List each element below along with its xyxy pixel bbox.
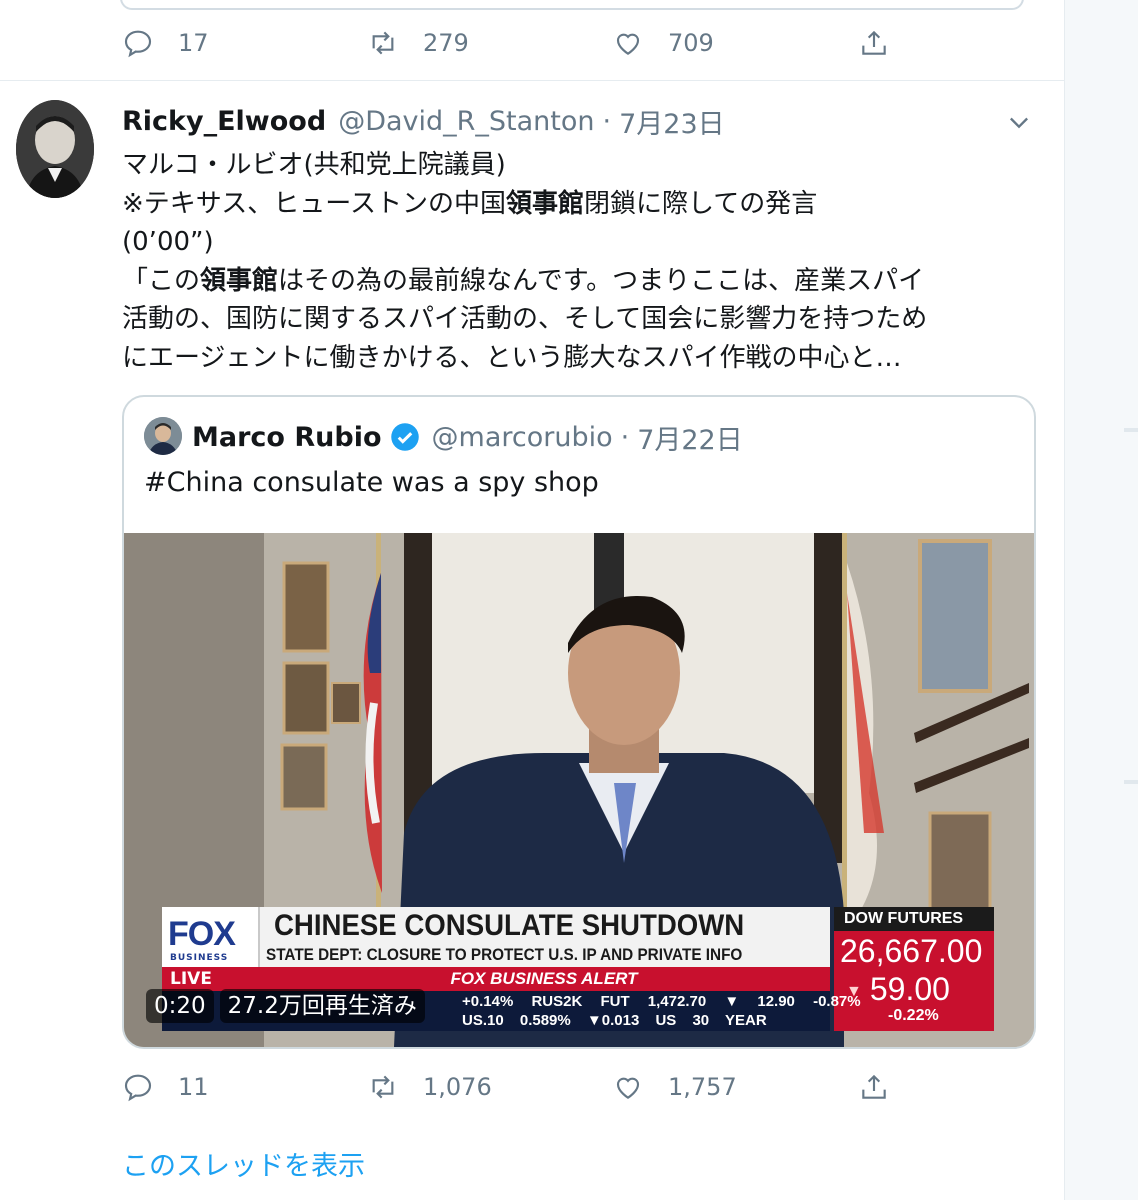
tweet-header: Ricky_Elwood @David_R_Stanton · 7月23日 — [122, 100, 725, 142]
tweet-line: 活動の、国防に関するスパイ活動の、そして国会に影響力を持つため — [122, 304, 928, 334]
reply-button[interactable]: 11 — [122, 1062, 209, 1112]
user-handle[interactable]: @David_R_Stanton — [338, 106, 594, 137]
sidebar-divider — [1124, 780, 1138, 784]
live-badge: LIVE — [162, 967, 258, 991]
verified-badge-icon — [390, 423, 419, 451]
chevron-down-icon[interactable] — [1004, 108, 1034, 136]
video-views: 27.2万回再生済み — [219, 989, 425, 1023]
separator-dot: · — [620, 421, 630, 453]
video-time: 0:20 — [146, 989, 214, 1023]
video-overlay: 0:20 27.2万回再生済み — [146, 989, 425, 1023]
dow-value: 26,667.00 — [840, 933, 983, 969]
retweet-icon — [372, 1075, 394, 1099]
chyron-headline: CHINESE CONSULATE SHUTDOWN — [274, 909, 745, 942]
reply-icon — [124, 1074, 152, 1102]
tweet-actions: 11 1,076 1,757 — [122, 1062, 902, 1112]
show-thread-link[interactable]: このスレッドを表示 — [122, 1144, 365, 1183]
reply-icon — [124, 30, 152, 58]
alert-bar: FOX BUSINESS ALERT — [258, 967, 830, 991]
tweet-line: ※テキサス、ヒューストンの中国領事館閉鎖に際しての発言 — [122, 188, 818, 219]
reply-count: 11 — [178, 1073, 209, 1101]
tweet-line: マルコ・ルビオ(共和党上院議員) — [122, 150, 506, 180]
retweet-count: 1,076 — [423, 1073, 492, 1101]
avatar[interactable] — [16, 100, 94, 198]
like-button[interactable]: 1,757 — [612, 1062, 737, 1112]
share-button[interactable] — [858, 1062, 890, 1112]
reply-button[interactable]: 17 — [122, 18, 209, 68]
quote-text: #China consulate was a spy shop — [144, 467, 599, 498]
heart-icon — [616, 1077, 640, 1099]
heart-icon — [616, 33, 640, 55]
retweet-button[interactable]: 279 — [367, 18, 469, 68]
like-count: 1,757 — [668, 1073, 737, 1101]
tweet-text: マルコ・ルビオ(共和党上院議員) ※テキサス、ヒューストンの中国領事館閉鎖に際し… — [122, 146, 1042, 377]
share-button[interactable] — [858, 18, 890, 68]
previous-card-edge — [120, 0, 1024, 10]
video-player[interactable]: FOX BUSINESS LIVE CHINESE CONSULATE SHUT… — [124, 533, 1034, 1047]
avatar-image — [16, 100, 94, 198]
quote-header: Marco Rubio @marcorubio · 7月22日 — [192, 417, 743, 457]
tweet-line: (0’00”) — [122, 227, 214, 257]
like-button[interactable]: 709 — [612, 18, 714, 68]
chyron-subhead: STATE DEPT: CLOSURE TO PROTECT U.S. IP A… — [266, 945, 743, 964]
previous-tweet-actions: 17 279 709 — [122, 18, 902, 68]
quote-handle[interactable]: @marcorubio — [432, 422, 613, 453]
quote-display-name[interactable]: Marco Rubio — [192, 422, 382, 453]
retweet-button[interactable]: 1,076 — [367, 1062, 492, 1112]
tweet-line: 「この領事館はその為の最前線なんです。つまりここは、産業スパイ — [122, 265, 925, 296]
share-icon — [862, 30, 886, 55]
separator-dot: · — [602, 105, 612, 137]
right-sidebar-edge — [1064, 0, 1138, 1200]
reply-count: 17 — [178, 29, 209, 57]
quote-avatar-image — [144, 417, 182, 455]
quote-date[interactable]: 7月22日 — [637, 418, 743, 457]
retweet-count: 279 — [423, 29, 469, 57]
like-count: 709 — [668, 29, 714, 57]
dow-change: ▼ 59.00 — [846, 971, 950, 1007]
quoted-tweet-card[interactable]: Marco Rubio @marcorubio · 7月22日 #China c… — [122, 395, 1036, 1049]
dow-percent: -0.22% — [888, 1007, 939, 1024]
sidebar-divider — [1124, 428, 1138, 432]
news-chyron: FOX BUSINESS LIVE CHINESE CONSULATE SHUT… — [162, 907, 830, 991]
display-name[interactable]: Ricky_Elwood — [122, 106, 326, 137]
ticker-bottom: US.10 0.589% ▼0.013 US 30 YEAR — [462, 1012, 767, 1029]
dow-label: DOW FUTURES — [834, 907, 994, 931]
highlighted-term: 領事館 — [505, 188, 584, 219]
tweet-line: にエージェントに働きかける、という膨大なスパイ作戦の中心と… — [122, 342, 902, 373]
fox-business-logo: FOX BUSINESS LIVE — [162, 907, 260, 991]
ticker-top: +0.14% RUS2K FUT 1,472.70 ▼ 12.90 -0.87% — [462, 993, 861, 1010]
quote-avatar[interactable] — [144, 417, 182, 455]
retweet-icon — [372, 31, 394, 55]
tweet-divider — [0, 80, 1064, 81]
highlighted-term: 領事館 — [200, 265, 279, 296]
tweet-date[interactable]: 7月23日 — [619, 102, 725, 141]
dow-futures-box: DOW FUTURES 26,667.00 ▼ 59.00 -0.22% — [834, 907, 994, 1031]
share-icon — [862, 1074, 886, 1099]
